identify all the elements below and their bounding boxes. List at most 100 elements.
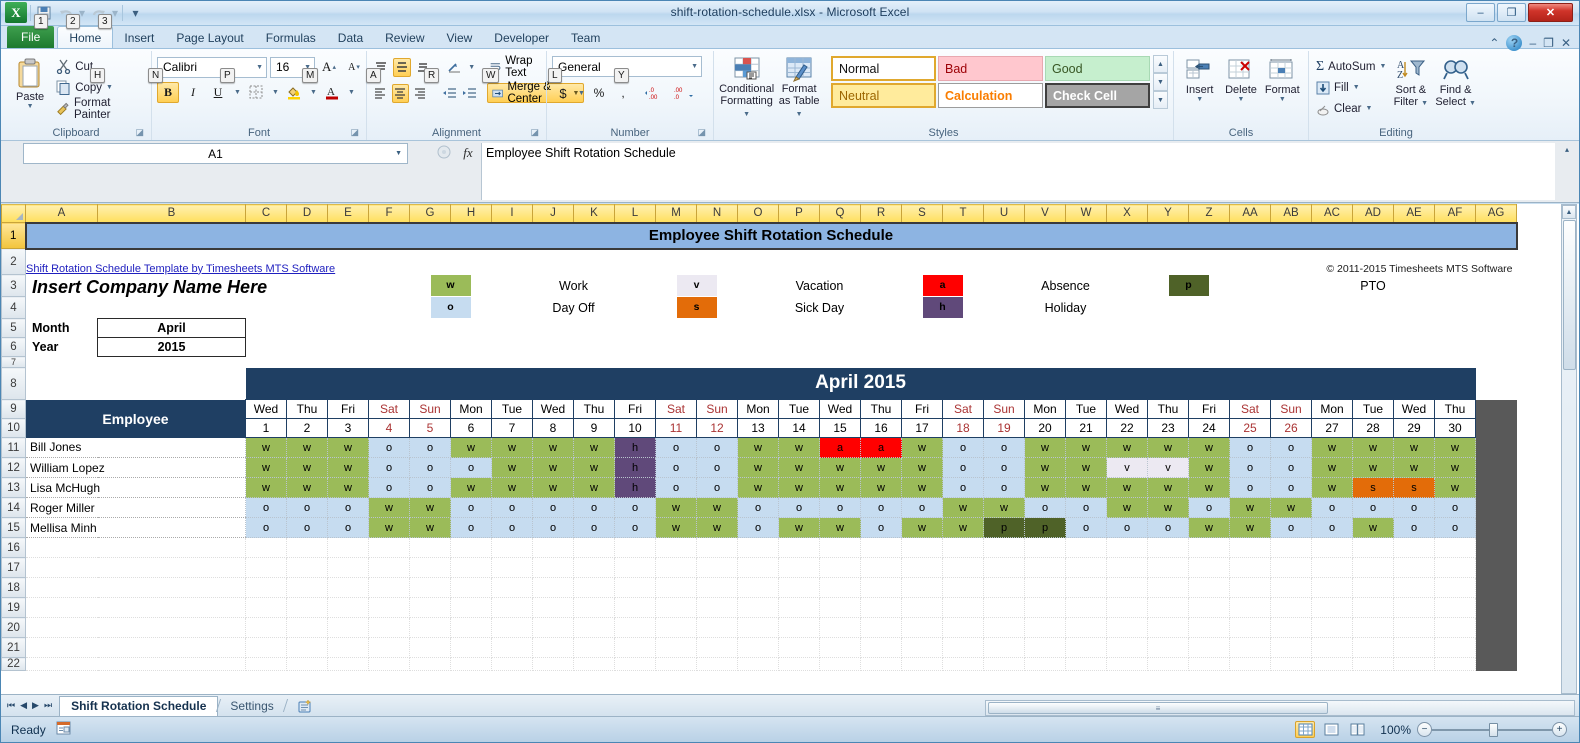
shift-cell[interactable]: o: [1066, 518, 1107, 538]
empty-cell[interactable]: [697, 538, 738, 558]
row-header-1[interactable]: 1: [2, 223, 26, 249]
shift-cell[interactable]: o: [1353, 498, 1394, 518]
empty-cell[interactable]: [984, 638, 1025, 658]
row-header-21[interactable]: 21: [2, 638, 26, 658]
empty-cell[interactable]: [533, 578, 574, 598]
increase-decimal-button[interactable]: .0.00: [644, 83, 670, 104]
paste-button[interactable]: Paste ▼: [6, 53, 54, 110]
shift-cell[interactable]: w: [1066, 458, 1107, 478]
empty-cell[interactable]: [779, 658, 820, 671]
empty-cell[interactable]: [26, 578, 246, 598]
empty-cell[interactable]: [615, 558, 656, 578]
empty-cell[interactable]: [656, 638, 697, 658]
column-header-H[interactable]: H: [451, 205, 492, 223]
shift-cell[interactable]: w: [1107, 478, 1148, 498]
empty-cell[interactable]: [820, 578, 861, 598]
align-middle-button[interactable]: [393, 58, 411, 77]
zoom-track[interactable]: [1432, 729, 1552, 731]
empty-cell[interactable]: [1066, 598, 1107, 618]
empty-cell[interactable]: [369, 538, 410, 558]
empty-cell[interactable]: [533, 658, 574, 671]
column-header-AD[interactable]: AD: [1353, 205, 1394, 223]
font-dialog-launcher-icon[interactable]: ◪: [350, 125, 359, 139]
empty-cell[interactable]: [492, 598, 533, 618]
shift-cell[interactable]: w: [1025, 458, 1066, 478]
ribbon-restore-icon[interactable]: ❐: [1543, 36, 1554, 50]
shift-cell[interactable]: w: [574, 478, 615, 498]
empty-cell[interactable]: [1189, 618, 1230, 638]
empty-cell[interactable]: [1271, 638, 1312, 658]
font-color-button[interactable]: A: [321, 82, 343, 103]
shift-cell[interactable]: o: [574, 518, 615, 538]
column-header-V[interactable]: V: [1025, 205, 1066, 223]
empty-cell[interactable]: [1189, 558, 1230, 578]
empty-cell[interactable]: [1394, 658, 1435, 671]
empty-cell[interactable]: [697, 578, 738, 598]
empty-cell[interactable]: [492, 658, 533, 671]
column-header-R[interactable]: R: [861, 205, 902, 223]
empty-cell[interactable]: [820, 638, 861, 658]
shift-cell[interactable]: o: [451, 458, 492, 478]
shift-cell[interactable]: w: [287, 438, 328, 458]
empty-cell[interactable]: [1107, 538, 1148, 558]
row-header-4[interactable]: 4: [2, 297, 26, 319]
format-cells-dropdown-icon[interactable]: ▼: [1279, 96, 1286, 103]
shift-cell[interactable]: o: [902, 498, 943, 518]
shift-cell[interactable]: o: [943, 458, 984, 478]
insert-cells-button[interactable]: Insert ▼: [1179, 56, 1220, 103]
shift-cell[interactable]: o: [410, 458, 451, 478]
shift-cell[interactable]: o: [738, 518, 779, 538]
empty-cell[interactable]: [451, 638, 492, 658]
shift-cell[interactable]: w: [1353, 518, 1394, 538]
cell-style-bad[interactable]: Bad: [938, 56, 1043, 81]
orientation-dropdown-icon[interactable]: ▼: [466, 57, 476, 78]
empty-cell[interactable]: [1230, 538, 1271, 558]
vertical-scroll-thumb[interactable]: [1563, 220, 1576, 370]
empty-cell[interactable]: [943, 538, 984, 558]
shift-cell[interactable]: h: [615, 438, 656, 458]
underline-button[interactable]: U: [207, 82, 229, 103]
scroll-up-icon[interactable]: ▲: [1562, 205, 1576, 219]
shift-cell[interactable]: o: [697, 478, 738, 498]
shift-cell[interactable]: w: [1230, 498, 1271, 518]
shift-cell[interactable]: o: [492, 498, 533, 518]
column-header-AF[interactable]: AF: [1435, 205, 1476, 223]
shift-cell[interactable]: w: [574, 458, 615, 478]
empty-cell[interactable]: [1230, 638, 1271, 658]
shift-cell[interactable]: w: [1148, 498, 1189, 518]
shift-cell[interactable]: o: [369, 438, 410, 458]
column-header-N[interactable]: N: [697, 205, 738, 223]
row-header-19[interactable]: 19: [2, 598, 26, 618]
empty-cell[interactable]: [656, 598, 697, 618]
shift-cell[interactable]: o: [943, 438, 984, 458]
column-header-B[interactable]: B: [98, 205, 246, 223]
empty-cell[interactable]: [328, 658, 369, 671]
shift-cell[interactable]: o: [451, 518, 492, 538]
empty-cell[interactable]: [1353, 598, 1394, 618]
empty-cell[interactable]: [451, 558, 492, 578]
shift-cell[interactable]: w: [1148, 438, 1189, 458]
empty-cell[interactable]: [533, 538, 574, 558]
empty-cell[interactable]: [26, 658, 246, 671]
empty-cell[interactable]: [943, 638, 984, 658]
shift-cell[interactable]: w: [1271, 498, 1312, 518]
insert-cells-dropdown-icon[interactable]: ▼: [1196, 96, 1203, 103]
zoom-out-button[interactable]: −: [1417, 722, 1432, 737]
empty-cell[interactable]: [1394, 618, 1435, 638]
shift-cell[interactable]: w: [1353, 458, 1394, 478]
empty-cell[interactable]: [902, 658, 943, 671]
view-page-break-button[interactable]: [1347, 721, 1367, 738]
empty-cell[interactable]: [451, 598, 492, 618]
format-as-table-button[interactable]: Format as Table ▼: [774, 55, 824, 121]
shift-cell[interactable]: v: [1148, 458, 1189, 478]
shift-cell[interactable]: w: [738, 478, 779, 498]
column-header-X[interactable]: X: [1107, 205, 1148, 223]
empty-cell[interactable]: [1271, 658, 1312, 671]
empty-cell[interactable]: [820, 558, 861, 578]
empty-cell[interactable]: [246, 638, 287, 658]
empty-cell[interactable]: [574, 658, 615, 671]
shift-cell[interactable]: w: [1107, 498, 1148, 518]
empty-cell[interactable]: [246, 598, 287, 618]
shift-cell[interactable]: h: [615, 478, 656, 498]
empty-cell[interactable]: [615, 578, 656, 598]
